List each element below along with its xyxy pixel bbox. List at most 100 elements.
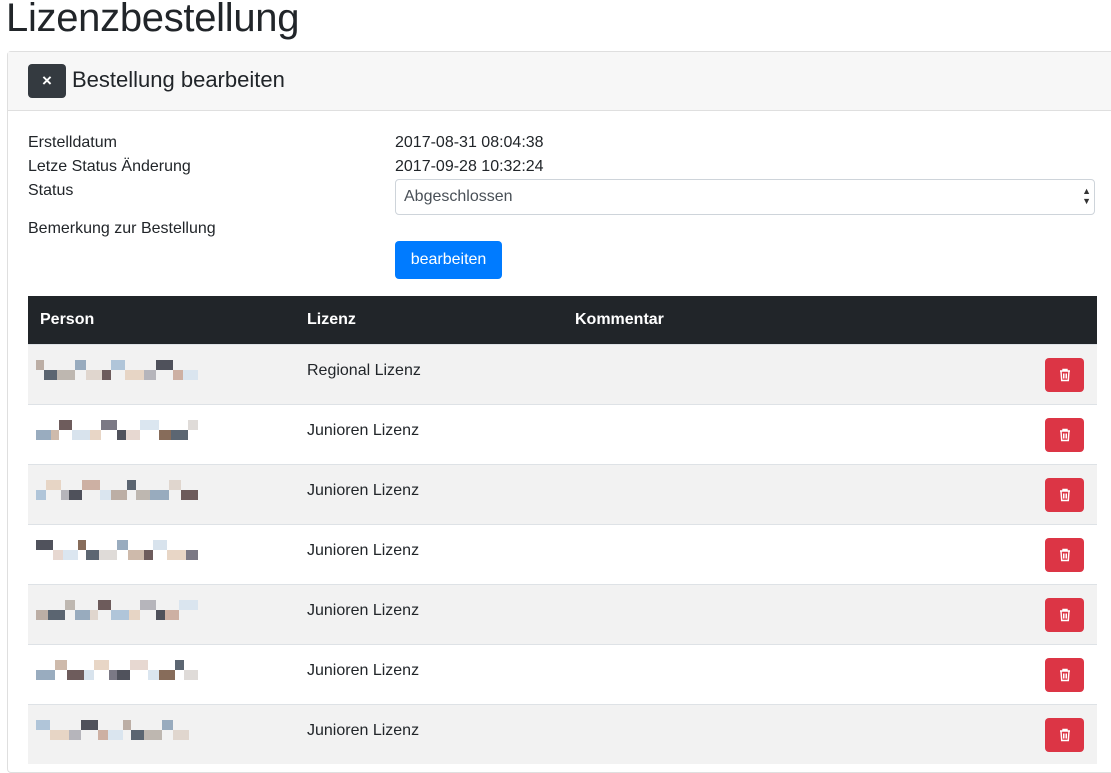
pixelated-name-block [165, 610, 179, 620]
pixelated-name-block [129, 610, 140, 620]
pixelated-name-block [127, 480, 136, 490]
license-cell: Junioren Lizenz [307, 602, 420, 619]
delete-button[interactable] [1045, 718, 1084, 752]
pixelated-name-block [36, 610, 48, 620]
person-cell-pixelated [28, 645, 256, 704]
pixelated-name-block [173, 370, 183, 380]
table-row: Junioren Lizenz [28, 524, 1097, 584]
pixelated-name-block [179, 600, 198, 610]
pixelated-name-block [111, 360, 125, 370]
pixelated-name-block [123, 720, 131, 730]
pixelated-name-block [125, 370, 144, 380]
pixelated-name-block [44, 370, 57, 380]
pixelated-name-block [159, 670, 175, 680]
trash-icon [1059, 548, 1071, 562]
pixelated-name-block [144, 550, 153, 560]
pixelated-name-block [86, 550, 99, 560]
license-cell: Junioren Lizenz [307, 722, 420, 739]
pixelated-name-block [98, 600, 111, 610]
pixelated-name-block [90, 430, 101, 440]
pixelated-name-block [188, 420, 198, 430]
license-cell: Junioren Lizenz [307, 422, 420, 439]
pixelated-name-block [50, 730, 69, 740]
pixelated-name-block [111, 610, 129, 620]
pixelated-name-block [36, 360, 44, 370]
pixelated-name-block [86, 370, 102, 380]
trash-icon [1059, 608, 1071, 622]
pixelated-name-block [184, 670, 198, 680]
table-row: Junioren Lizenz [28, 584, 1097, 644]
pixelated-name-block [36, 540, 53, 550]
pixelated-name-block [46, 480, 61, 490]
table-header: Person Lizenz Kommentar [28, 296, 1097, 344]
license-cell: Junioren Lizenz [307, 662, 420, 679]
table-row: Junioren Lizenz [28, 464, 1097, 524]
pixelated-name-block [156, 360, 173, 370]
card-title: Bestellung bearbeiten [72, 67, 285, 92]
pixelated-name-block [144, 370, 156, 380]
pixelated-name-block [117, 670, 130, 680]
status-selected-value: Abgeschlossen [404, 188, 513, 205]
pixelated-name-block [63, 550, 78, 560]
pixelated-name-block [150, 490, 169, 500]
pixelated-name-block [181, 490, 198, 500]
pixelated-name-block [140, 600, 156, 610]
header-comment: Kommentar [575, 311, 664, 328]
pixelated-name-block [186, 550, 198, 560]
pixelated-name-block [183, 370, 198, 380]
pixelated-name-block [84, 670, 94, 680]
trash-icon [1059, 368, 1071, 382]
status-changed-value: 2017-09-28 10:32:24 [395, 158, 544, 175]
pixelated-name-block [75, 360, 86, 370]
delete-button[interactable] [1045, 538, 1084, 572]
table-row: Junioren Lizenz [28, 404, 1097, 464]
pixelated-name-block [131, 730, 144, 740]
remark-label: Bemerkung zur Bestellung [28, 220, 216, 237]
pixelated-name-block [53, 550, 63, 560]
trash-icon [1059, 428, 1071, 442]
pixelated-name-block [140, 420, 159, 430]
pixelated-name-block [78, 540, 86, 550]
pixelated-name-block [36, 670, 55, 680]
pixelated-name-block [57, 370, 75, 380]
pixelated-name-block [94, 660, 109, 670]
person-cell-pixelated [28, 705, 256, 764]
close-button[interactable]: × [28, 64, 66, 98]
person-cell-pixelated [28, 525, 256, 584]
license-table: Person Lizenz Kommentar Regional Lizenz J… [28, 296, 1097, 764]
status-changed-label: Letze Status Änderung [28, 158, 191, 175]
pixelated-name-block [153, 540, 167, 550]
order-card: × Bestellung bearbeiten Erstelldatum 201… [7, 51, 1111, 773]
pixelated-name-block [162, 720, 173, 730]
trash-icon [1059, 728, 1071, 742]
created-value: 2017-08-31 08:04:38 [395, 134, 544, 151]
card-header: × Bestellung bearbeiten [8, 52, 1111, 111]
pixelated-name-block [61, 490, 69, 500]
pixelated-name-block [75, 610, 90, 620]
pixelated-name-block [111, 490, 127, 500]
pixelated-name-block [167, 550, 186, 560]
delete-button[interactable] [1045, 598, 1084, 632]
status-select[interactable]: Abgeschlossen ▲ ▼ [395, 179, 1095, 215]
pixelated-name-block [69, 490, 82, 500]
pixelated-name-block [90, 610, 98, 620]
pixelated-name-block [175, 660, 184, 670]
pixelated-name-block [159, 430, 171, 440]
pixelated-name-block [81, 720, 98, 730]
license-cell: Regional Lizenz [307, 362, 421, 379]
pixelated-name-block [99, 550, 117, 560]
delete-button[interactable] [1045, 658, 1084, 692]
delete-button[interactable] [1045, 358, 1084, 392]
trash-icon [1059, 488, 1071, 502]
table-row: Junioren Lizenz [28, 644, 1097, 704]
pixelated-name-block [171, 430, 188, 440]
pixelated-name-block [100, 490, 111, 500]
page-title: Lizenzbestellung [6, 0, 300, 40]
delete-button[interactable] [1045, 418, 1084, 452]
pixelated-name-block [55, 660, 67, 670]
pixelated-name-block [156, 610, 165, 620]
pixelated-name-block [144, 730, 162, 740]
delete-button[interactable] [1045, 478, 1084, 512]
pixelated-name-block [36, 430, 51, 440]
edit-button[interactable]: bearbeiten [395, 241, 502, 279]
